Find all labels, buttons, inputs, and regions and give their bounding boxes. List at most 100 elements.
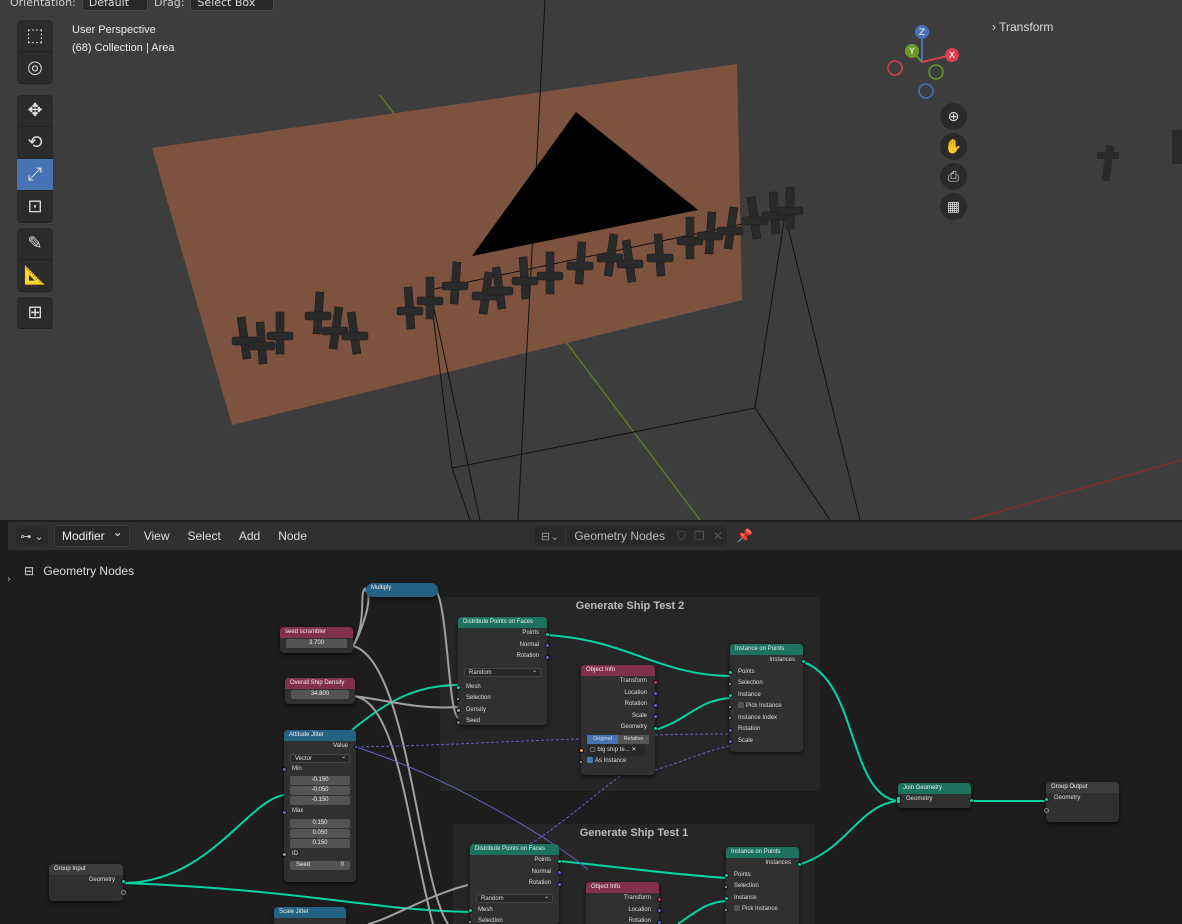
node-seed-scrambler[interactable]: seed scrambler 3.700 xyxy=(280,627,353,653)
socket-instances-out[interactable]: Instances xyxy=(730,655,806,667)
node-distribute-points-1[interactable]: Distribute Points on Faces Points Normal… xyxy=(466,844,562,924)
socket-selection-in[interactable]: Selection xyxy=(466,916,559,924)
min-z-field[interactable]: -0.150 xyxy=(290,796,350,805)
socket-instances-out[interactable]: Instances xyxy=(726,858,802,870)
shield-icon[interactable]: ⛉ xyxy=(673,529,690,544)
socket-rotation-out[interactable]: Rotation xyxy=(470,878,562,890)
drag-dropdown[interactable]: Select Box xyxy=(190,0,275,11)
as-instance-checkbox[interactable]: As Instance xyxy=(577,756,655,768)
socket-location-out[interactable]: Location xyxy=(586,905,662,917)
pan-icon[interactable]: ✋ xyxy=(940,133,967,160)
socket-geometry-in[interactable]: Geometry xyxy=(1043,793,1119,805)
socket-scale-out[interactable]: Scale xyxy=(581,711,658,723)
scale-icon[interactable]: ⤢ xyxy=(17,159,53,191)
original-option[interactable]: Original xyxy=(587,734,618,744)
socket-transform-out[interactable]: Transform xyxy=(581,676,658,688)
node-canvas[interactable]: ⊟ Geometry Nodes › Generate Ship Test 2 … xyxy=(8,550,1182,924)
ship-density-value[interactable]: 34.800 xyxy=(291,690,349,699)
socket-seed-in[interactable]: Seed xyxy=(455,716,547,728)
seed-scrambler-value[interactable]: 3.700 xyxy=(286,639,347,648)
camera-icon[interactable]: ⎙ xyxy=(940,163,967,190)
close-icon[interactable]: ✕ xyxy=(709,529,727,543)
socket-points-in[interactable]: Points xyxy=(727,667,803,679)
seed-field[interactable]: Seed 0 xyxy=(290,861,350,870)
editor-type-icon[interactable]: ⊶ ⌄ xyxy=(16,526,48,546)
node-group-output[interactable]: Group Output Geometry xyxy=(1043,782,1119,822)
socket-selection-in[interactable]: Selection xyxy=(726,678,803,690)
move-icon[interactable]: ✥ xyxy=(17,95,53,127)
grid-icon[interactable]: ▦ xyxy=(940,193,967,220)
socket-pick-instance-in[interactable]: Pick Instance xyxy=(726,701,803,713)
node-tree-selector[interactable]: ⊟⌄ Geometry Nodes ⛉ ❐ ✕ xyxy=(534,526,727,546)
pin-icon[interactable]: 📌 xyxy=(737,528,753,544)
max-x-field[interactable]: 0.150 xyxy=(290,818,350,828)
relative-option[interactable]: Relative xyxy=(618,734,649,744)
socket-empty-in[interactable] xyxy=(1043,805,1119,817)
rotate-icon[interactable]: ⟲ xyxy=(17,127,53,159)
transform-icon[interactable]: ⊡ xyxy=(17,191,53,223)
min-y-field[interactable]: -0.050 xyxy=(290,786,350,795)
node-join-geometry[interactable]: Join Geometry Geometry xyxy=(895,783,974,808)
node-distribute-points-2[interactable]: Distribute Points on Faces Points Normal… xyxy=(454,617,550,728)
node-group-input[interactable]: Group Input Geometry xyxy=(49,864,126,901)
menu-add[interactable]: Add xyxy=(239,529,260,543)
socket-rotation-out[interactable]: Rotation xyxy=(458,651,550,663)
distribute-mode-dropdown[interactable]: Random xyxy=(464,667,541,677)
socket-geometry-out[interactable]: Geometry xyxy=(49,875,126,887)
socket-normal-out[interactable]: Normal xyxy=(458,640,550,652)
transform-panel-tab[interactable]: › Transform xyxy=(992,20,1053,34)
measure-icon[interactable]: 📐 xyxy=(17,260,53,292)
socket-scale-in[interactable]: Scale xyxy=(727,736,803,748)
node-instance-on-points-1[interactable]: Instance on Points Instances Points Sele… xyxy=(722,847,802,924)
max-y-field[interactable]: 0.050 xyxy=(290,828,350,838)
socket-empty-out[interactable] xyxy=(49,887,126,899)
node-scale-jitter[interactable]: Scale Jitter xyxy=(274,907,346,924)
max-z-field[interactable]: 0.150 xyxy=(290,838,350,848)
socket-instance-index-in[interactable]: Instance Index xyxy=(726,713,803,725)
mode-dropdown[interactable]: Modifier xyxy=(54,525,130,547)
socket-density-in[interactable]: Density xyxy=(455,705,547,717)
duplicate-icon[interactable]: ❐ xyxy=(690,529,709,543)
orientation-dropdown[interactable]: Default xyxy=(81,0,149,11)
socket-points-out[interactable]: Points xyxy=(470,855,562,867)
min-x-field[interactable]: -0.150 xyxy=(290,776,350,785)
socket-geometry[interactable]: Geometry xyxy=(895,794,974,806)
distribute-mode-dropdown[interactable]: Random xyxy=(476,893,553,903)
socket-instance-in[interactable]: Instance xyxy=(727,690,803,702)
socket-rotation-in[interactable]: Rotation xyxy=(727,724,803,736)
add-cube-icon[interactable]: ⊞ xyxy=(17,297,53,329)
socket-value-out[interactable]: Value xyxy=(284,741,359,753)
type-dropdown[interactable]: Vector xyxy=(290,753,350,763)
socket-rotation-out[interactable]: Rotation xyxy=(581,699,658,711)
transform-space-toggle[interactable]: Original Relative xyxy=(587,734,649,744)
socket-transform-out[interactable]: Transform xyxy=(586,893,662,905)
annotate-icon[interactable]: ✎ xyxy=(17,228,53,260)
socket-selection-in[interactable]: Selection xyxy=(454,693,547,705)
socket-mesh-in[interactable]: Mesh xyxy=(455,682,547,694)
socket-rotation-out[interactable]: Rotation xyxy=(586,916,662,924)
navigation-gizmo[interactable]: Z X Y xyxy=(882,22,972,102)
socket-geometry-out[interactable]: Geometry xyxy=(581,722,658,734)
socket-pick-instance-in[interactable]: Pick Instance xyxy=(722,904,799,916)
node-multiply[interactable]: Multiply xyxy=(366,583,438,597)
menu-select[interactable]: Select xyxy=(187,529,220,543)
socket-instance-in[interactable]: Instance xyxy=(723,893,799,905)
node-overall-ship-density[interactable]: Overall Ship Density 34.800 xyxy=(285,678,355,704)
socket-location-out[interactable]: Location xyxy=(581,688,658,700)
select-box-icon[interactable]: ⬚ xyxy=(17,20,53,52)
socket-points-out[interactable]: Points xyxy=(458,628,550,640)
node-object-info-1[interactable]: Object Info Transform Location Rotation xyxy=(586,882,662,924)
area-plane[interactable] xyxy=(152,64,742,425)
socket-normal-out[interactable]: Normal xyxy=(470,867,562,879)
3d-viewport[interactable]: Orientation: Default Drag: Select Box Us… xyxy=(0,0,1182,520)
menu-view[interactable]: View xyxy=(144,529,170,543)
node-attitude-jitter[interactable]: Attitude Jitter Value Vector Min -0.150 … xyxy=(281,730,359,882)
node-instance-on-points-2[interactable]: Instance on Points Instances Points Sele… xyxy=(726,644,806,752)
node-object-info-2[interactable]: Object Info Transform Location Rotation … xyxy=(577,665,658,775)
socket-points-in[interactable]: Points xyxy=(723,870,799,882)
menu-node[interactable]: Node xyxy=(278,529,307,543)
socket-mesh-in[interactable]: Mesh xyxy=(467,905,559,917)
zoom-icon[interactable]: ⊕ xyxy=(940,103,967,130)
object-field[interactable]: ▢ big ship te... ✕ xyxy=(578,744,655,756)
socket-selection-in[interactable]: Selection xyxy=(722,881,799,893)
